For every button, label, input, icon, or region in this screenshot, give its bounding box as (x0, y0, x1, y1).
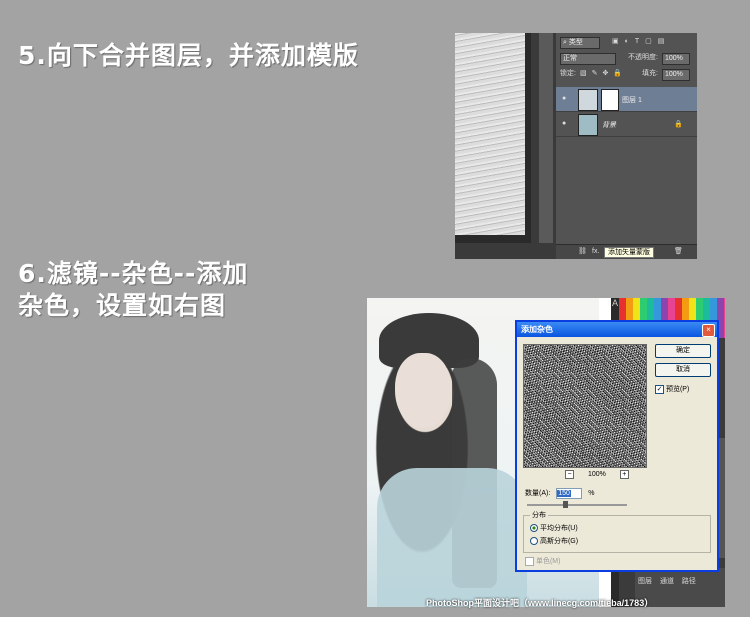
zoom-controls: − 100% + (553, 470, 641, 479)
checkbox-box[interactable]: ✓ (655, 384, 664, 394)
radio-uniform[interactable]: 平均分布(U) (530, 523, 578, 533)
slider-handle[interactable] (563, 501, 568, 508)
zoom-value: 100% (587, 471, 606, 478)
blend-mode-select[interactable]: 正常 (560, 53, 616, 65)
watermark: PhotoShop平面设计吧（www.linecg.com/tieba/1783… (426, 598, 654, 608)
add-noise-dialog: 添加杂色 × 确定 取消 ✓ 预览(P) − 100% + 数量(A): 150… (515, 320, 719, 572)
dialog-title: 添加杂色 (521, 325, 553, 334)
dialog-titlebar[interactable]: 添加杂色 × (517, 322, 717, 337)
distribution-group: 分布 平均分布(U) 高斯分布(G) (523, 510, 711, 553)
fill-input[interactable]: 100% (662, 69, 690, 81)
layer-name: 背景 (602, 122, 616, 129)
photo-dress (377, 468, 527, 607)
eye-icon[interactable]: ● (562, 95, 566, 102)
distribution-title: 分布 (530, 510, 548, 520)
document-canvas (455, 33, 531, 243)
opacity-input[interactable]: 100% (662, 53, 690, 65)
layers-bottom-bar: ⛓ fx. 添加矢量蒙版 🗑 (556, 244, 697, 259)
radio-button[interactable] (530, 524, 538, 533)
tab-paths[interactable]: 路径 (682, 578, 696, 585)
zoom-out-button[interactable]: − (565, 470, 574, 479)
lock-icon: 🔒 (674, 121, 683, 128)
link-icon[interactable]: ⛓ (578, 247, 587, 257)
tab-layers[interactable]: 图层 (638, 578, 652, 585)
close-button[interactable]: × (702, 324, 715, 337)
layer-row-background[interactable]: ● 背景 🔒 (556, 112, 697, 137)
radio-label: 高斯分布(G) (539, 538, 579, 545)
layers-panel: ⌕ 类型 ▣◐T▢▤ 正常 不透明度: 100% 锁定: ▧✎✥🔒 填充: 10… (556, 33, 697, 259)
side-letter: A (611, 298, 618, 308)
zoom-in-button[interactable]: + (619, 470, 629, 479)
noise-preview[interactable] (523, 344, 647, 468)
layer-mask-thumbnail[interactable] (601, 89, 619, 111)
noise-screenshot: A 图层 通道 路径 添加杂色 × 确定 取消 ✓ 预览(P) − 100% +… (367, 298, 725, 607)
step6-heading-line1: 6.滤镜--杂色--添加 (18, 259, 249, 288)
trash-icon[interactable]: 🗑 (674, 247, 683, 257)
layer-thumbnail (578, 89, 598, 111)
ok-button[interactable]: 确定 (655, 344, 711, 358)
search-icon: ⌕ (563, 39, 567, 46)
monochrome-checkbox[interactable]: 单色(M) (525, 556, 560, 566)
lock-label: 锁定: (560, 70, 576, 77)
eye-icon[interactable]: ● (562, 120, 566, 127)
layers-screenshot: ⌕ 类型 ▣◐T▢▤ 正常 不透明度: 100% 锁定: ▧✎✥🔒 填充: 10… (455, 33, 697, 259)
monochrome-label: 单色(M) (535, 558, 561, 565)
layer-name: 图层 1 (622, 97, 642, 104)
radio-button[interactable] (530, 537, 538, 546)
tooltip: 添加矢量蒙版 (604, 247, 654, 258)
photo-face (395, 353, 451, 428)
checkbox-box[interactable] (525, 556, 534, 566)
step5-heading: 5.向下合并图层，并添加模版 (18, 41, 359, 70)
layer-thumbnail (578, 114, 598, 136)
amount-unit: % (588, 490, 595, 497)
filter-type-label: 类型 (568, 39, 583, 46)
amount-slider[interactable] (527, 501, 627, 508)
filter-icons[interactable]: ▣◐T▢▤ (612, 37, 670, 47)
opacity-label: 不透明度: (628, 54, 658, 61)
fx-button[interactable]: fx. (592, 247, 599, 257)
layer-row-layer1[interactable]: ● 图层 1 (556, 87, 697, 112)
step6-heading-line2: 杂色，设置如右图 (18, 291, 227, 320)
amount-row: 数量(A): 150 % (525, 488, 594, 499)
canvas-scrollbar[interactable] (539, 33, 553, 243)
amount-label: 数量(A): (525, 490, 551, 497)
tab-channels[interactable]: 通道 (660, 578, 674, 585)
lock-icons[interactable]: ▧✎✥🔒 (580, 69, 627, 79)
amount-input[interactable]: 150 (556, 488, 583, 499)
preview-checkbox[interactable]: ✓ 预览(P) (655, 384, 689, 394)
fill-label: 填充: (642, 70, 658, 77)
cancel-button[interactable]: 取消 (655, 363, 711, 377)
radio-label: 平均分布(U) (539, 525, 578, 532)
amount-value: 150 (557, 490, 571, 497)
radio-gaussian[interactable]: 高斯分布(G) (530, 536, 578, 546)
layer-filter-select[interactable]: ⌕ 类型 (560, 37, 600, 49)
preview-label: 预览(P) (665, 386, 690, 393)
